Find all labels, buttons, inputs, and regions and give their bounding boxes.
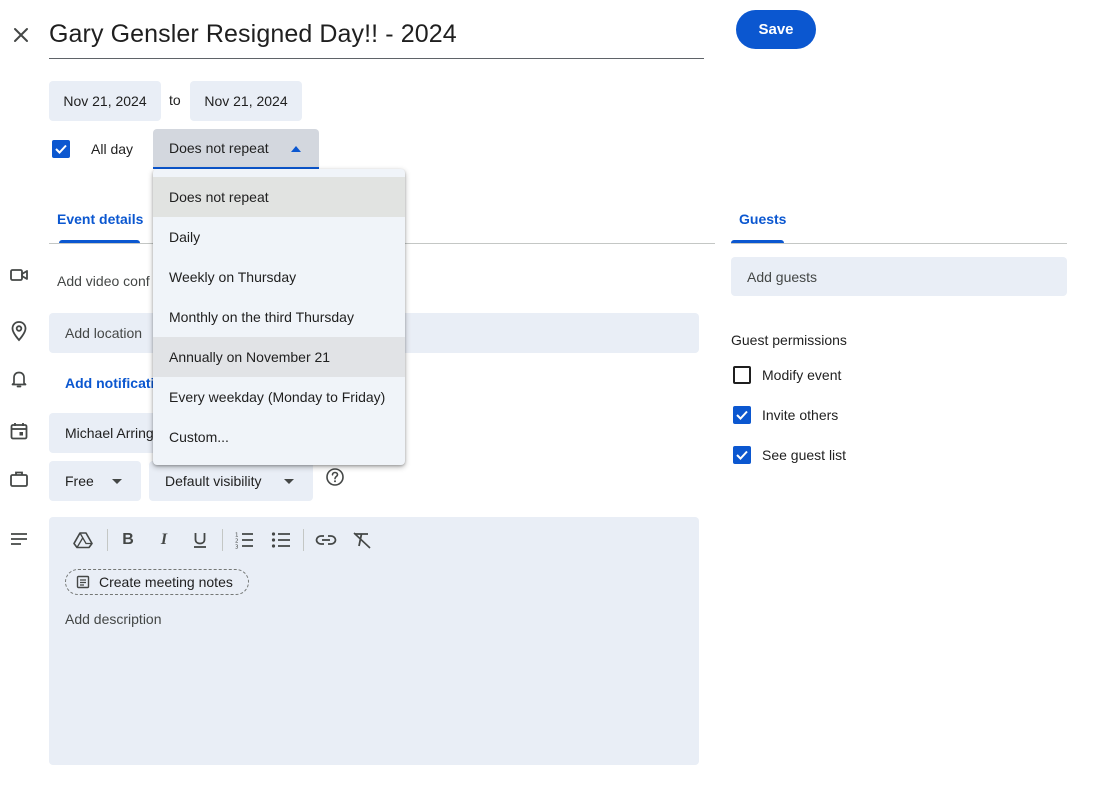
repeat-option-does-not-repeat[interactable]: Does not repeat (153, 177, 405, 217)
repeat-option-annually[interactable]: Annually on November 21 (153, 337, 405, 377)
modify-event-label: Modify event (762, 367, 842, 383)
bold-icon[interactable]: B (116, 528, 140, 552)
calendar-select[interactable]: Michael Arring (49, 413, 159, 453)
notes-icon (76, 575, 90, 589)
repeat-option-weekly[interactable]: Weekly on Thursday (153, 257, 405, 297)
close-icon (14, 28, 28, 42)
see-guest-list-label: See guest list (762, 447, 847, 463)
bulleted-list-icon[interactable] (269, 528, 293, 552)
guests-tabs-divider (731, 243, 1067, 244)
availability-select[interactable]: Free (49, 461, 141, 501)
location-pin-icon (8, 320, 30, 342)
google-drive-icon[interactable] (71, 528, 95, 552)
svg-text:3: 3 (235, 545, 239, 550)
end-date-button[interactable]: Nov 21, 2024 (190, 81, 302, 121)
italic-icon[interactable]: I (152, 528, 176, 552)
numbered-list-icon[interactable]: 123 (232, 528, 256, 552)
close-button[interactable] (6, 20, 36, 50)
calendar-icon (8, 420, 30, 442)
description-lines-icon (8, 528, 30, 550)
briefcase-icon (8, 468, 30, 490)
underline-icon[interactable] (188, 528, 212, 552)
event-title-input[interactable]: Gary Gensler Resigned Day!! - 2024 (49, 10, 704, 59)
save-button[interactable]: Save (736, 10, 816, 49)
see-guest-list-checkbox[interactable] (733, 446, 751, 464)
repeat-option-daily[interactable]: Daily (153, 217, 405, 257)
add-notification-button[interactable]: Add notificati (65, 375, 154, 391)
event-title-text: Gary Gensler Resigned Day!! - 2024 (49, 19, 457, 48)
meeting-notes-label: Create meeting notes (99, 574, 233, 590)
all-day-checkbox[interactable] (52, 140, 70, 158)
calendar-owner-name: Michael Arring (65, 425, 154, 441)
check-icon (736, 450, 748, 460)
invite-others-label: Invite others (762, 407, 839, 423)
all-day-label: All day (91, 141, 134, 157)
visibility-select[interactable]: Default visibility (149, 461, 313, 501)
repeat-selected-value: Does not repeat (169, 140, 269, 156)
date-separator: to (169, 92, 181, 108)
repeat-dropdown-menu: Does not repeat Daily Weekly on Thursday… (153, 169, 405, 465)
create-meeting-notes-button[interactable]: Create meeting notes (65, 569, 249, 595)
repeat-option-every-weekday[interactable]: Every weekday (Monday to Friday) (153, 377, 405, 417)
add-guests-input[interactable]: Add guests (731, 257, 1067, 296)
help-icon[interactable] (325, 467, 345, 487)
modify-event-checkbox[interactable] (733, 366, 751, 384)
toolbar-separator (303, 529, 304, 551)
caret-down-icon (112, 479, 122, 484)
location-placeholder: Add location (65, 325, 143, 341)
link-icon[interactable] (314, 528, 338, 552)
tab-guests[interactable]: Guests (739, 211, 786, 227)
toolbar-separator (107, 529, 108, 551)
toolbar-separator (222, 529, 223, 551)
check-icon (55, 144, 67, 154)
visibility-value: Default visibility (165, 473, 262, 489)
caret-down-icon (284, 479, 294, 484)
description-editor[interactable] (49, 517, 699, 765)
caret-up-icon (291, 146, 301, 152)
repeat-select[interactable]: Does not repeat (153, 129, 319, 169)
tab-event-details[interactable]: Event details (57, 211, 143, 227)
check-icon (736, 410, 748, 420)
bell-icon (8, 368, 30, 390)
repeat-option-custom[interactable]: Custom... (153, 417, 405, 457)
add-guests-placeholder: Add guests (747, 268, 818, 285)
guest-permissions-title: Guest permissions (731, 332, 847, 348)
description-placeholder: Add description (65, 611, 162, 627)
clear-formatting-icon[interactable] (350, 528, 374, 552)
start-date-button[interactable]: Nov 21, 2024 (49, 81, 161, 121)
availability-value: Free (65, 473, 94, 489)
repeat-option-monthly[interactable]: Monthly on the third Thursday (153, 297, 405, 337)
add-video-conference-button[interactable]: Add video conf (57, 273, 150, 289)
video-camera-icon (8, 264, 30, 286)
invite-others-checkbox[interactable] (733, 406, 751, 424)
